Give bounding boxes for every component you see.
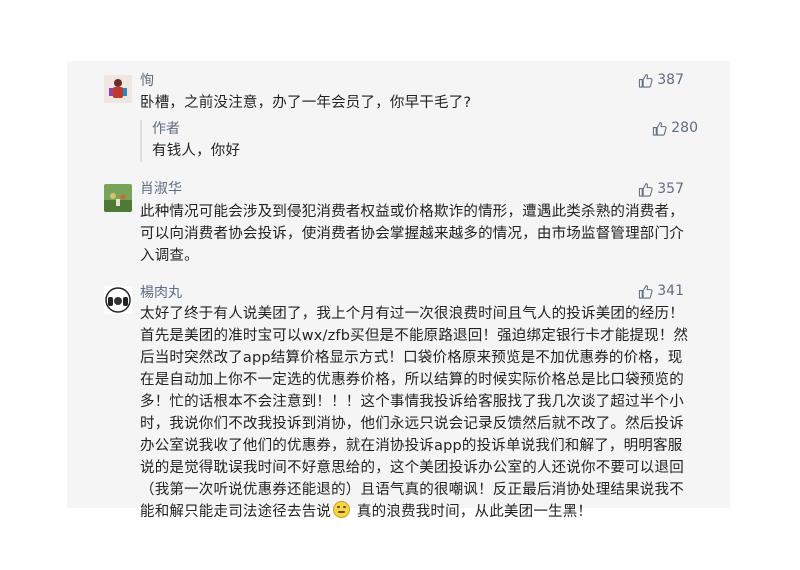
avatar[interactable] [104, 75, 132, 103]
reply-author[interactable]: 作者 [152, 120, 180, 138]
comment-author[interactable]: 肖淑华 [140, 180, 182, 198]
comment-text: 此种情况可能会涉及到侵犯消费者权益或价格欺诈的情形，遭遇此类杀熟的消费者，可以向… [140, 204, 684, 264]
like-count: 341 [657, 283, 684, 299]
smile-emoji-icon [333, 501, 351, 518]
avatar[interactable] [104, 286, 132, 314]
like-count: 387 [657, 72, 684, 88]
like-button[interactable]: 387 [638, 71, 684, 89]
comment-text-part2: 真的浪费我时间，从此美团一生黑！ [352, 504, 593, 520]
comment-panel: 恂 387 卧槽，之前没注意，办了一年会员了，你早干毛了? 作者 280 有钱人… [67, 61, 730, 520]
comment-author[interactable]: 恂 [140, 72, 154, 90]
avatar[interactable] [104, 184, 132, 212]
comment-text: 太好了终于有人说美团了，我上个月有过一次很浪费时间且气人的投诉美团的经历！首先是… [140, 303, 690, 523]
like-count: 357 [657, 181, 684, 197]
thumbs-up-icon [639, 284, 653, 299]
reply-text: 有钱人，你好 [152, 143, 241, 159]
like-button[interactable]: 280 [652, 119, 698, 137]
comment-text-part1: 太好了终于有人说美团了，我上个月有过一次很浪费时间且气人的投诉美团的经历！首先是… [140, 306, 689, 520]
author-reply: 作者 280 有钱人，你好 [140, 119, 698, 162]
thumbs-up-icon [639, 73, 653, 88]
comment-author[interactable]: 楊肉丸 [140, 284, 182, 302]
like-button[interactable]: 357 [638, 180, 684, 198]
thumbs-up-icon [653, 121, 667, 136]
like-count: 280 [671, 120, 698, 136]
comment-text: 卧槽，之前没注意，办了一年会员了，你早干毛了? [140, 95, 472, 111]
like-button[interactable]: 341 [638, 282, 684, 300]
thumbs-up-icon [639, 182, 653, 197]
